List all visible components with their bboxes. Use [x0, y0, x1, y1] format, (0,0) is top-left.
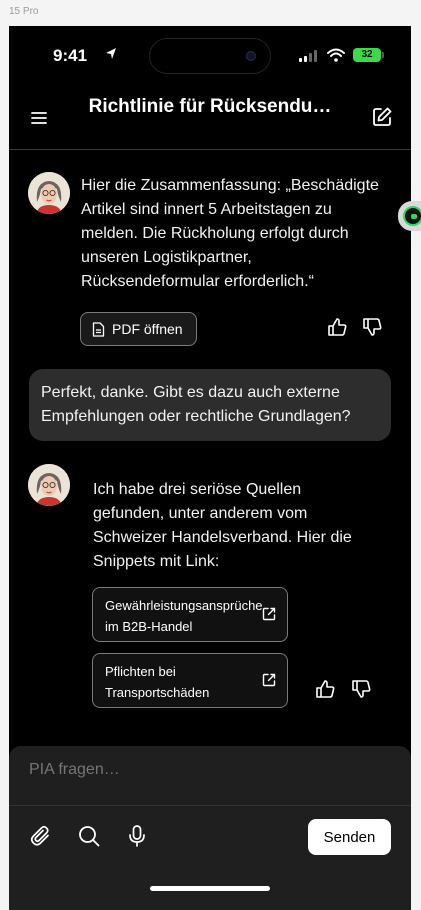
thumbs-down-icon[interactable] — [350, 678, 372, 700]
location-arrow-icon — [106, 48, 116, 59]
thumbs-up-icon[interactable] — [326, 316, 348, 338]
source-link-button[interactable]: Pflichten bei Transportschäden — [92, 653, 288, 708]
thumbs-down-icon[interactable] — [361, 316, 383, 338]
document-icon — [92, 321, 105, 337]
paperclip-icon[interactable] — [29, 824, 53, 848]
assistant-message-text: Hier die Zusammenfassung: „Beschädigte A… — [81, 177, 379, 290]
assistant-avatar — [28, 172, 70, 214]
avatar-illustration — [28, 464, 70, 506]
microphone-icon[interactable] — [125, 824, 149, 848]
avatar-illustration — [28, 172, 70, 214]
battery-tip — [382, 52, 384, 58]
chat-bubble-icon — [403, 206, 421, 226]
external-link-icon — [262, 607, 276, 621]
dynamic-island — [149, 38, 271, 74]
thumbs-up-icon[interactable] — [314, 678, 336, 700]
composer-divider — [9, 805, 411, 806]
external-link-icon — [262, 673, 276, 687]
wifi-icon — [327, 48, 345, 62]
open-pdf-button[interactable]: PDF öffnen — [80, 312, 197, 346]
user-message-bubble: Perfekt, danke. Gibt es dazu auch extern… — [29, 369, 391, 441]
status-bar: 9:41 32 — [9, 26, 411, 86]
source-link-button[interactable]: Gewährleistungsansprüche im B2B-Handel — [92, 587, 288, 642]
status-time: 9:41 — [53, 46, 88, 65]
page-title: Richtlinie für Rücksendu… — [88, 96, 332, 117]
send-button[interactable]: Senden — [308, 819, 391, 855]
battery-indicator: 32 — [353, 48, 381, 62]
assistant-avatar — [28, 464, 70, 506]
device-label: 15 Pro — [9, 6, 39, 17]
message-input[interactable] — [29, 761, 389, 779]
message-composer: Senden — [9, 746, 411, 910]
source-link-label: Pflichten bei Transportschäden — [105, 664, 210, 700]
assistant-message-text: Ich habe drei seriöse Quellen gefunden, … — [93, 481, 352, 570]
home-indicator — [150, 886, 270, 891]
hamburger-menu-icon[interactable] — [29, 108, 49, 128]
chat-header: Richtlinie für Rücksendu… — [9, 86, 411, 150]
camera-icon — [246, 51, 256, 61]
edit-icon[interactable] — [371, 106, 393, 128]
phone-screen: 9:41 32 Richtlinie für Rücksendu… Hier d… — [9, 26, 411, 910]
cellular-signal-icon — [299, 50, 317, 62]
open-pdf-label: PDF öffnen — [112, 321, 183, 337]
floating-side-widget[interactable] — [398, 201, 421, 231]
search-icon[interactable] — [77, 824, 101, 848]
source-link-label: Gewährleistungsansprüche im B2B-Handel — [105, 598, 263, 634]
